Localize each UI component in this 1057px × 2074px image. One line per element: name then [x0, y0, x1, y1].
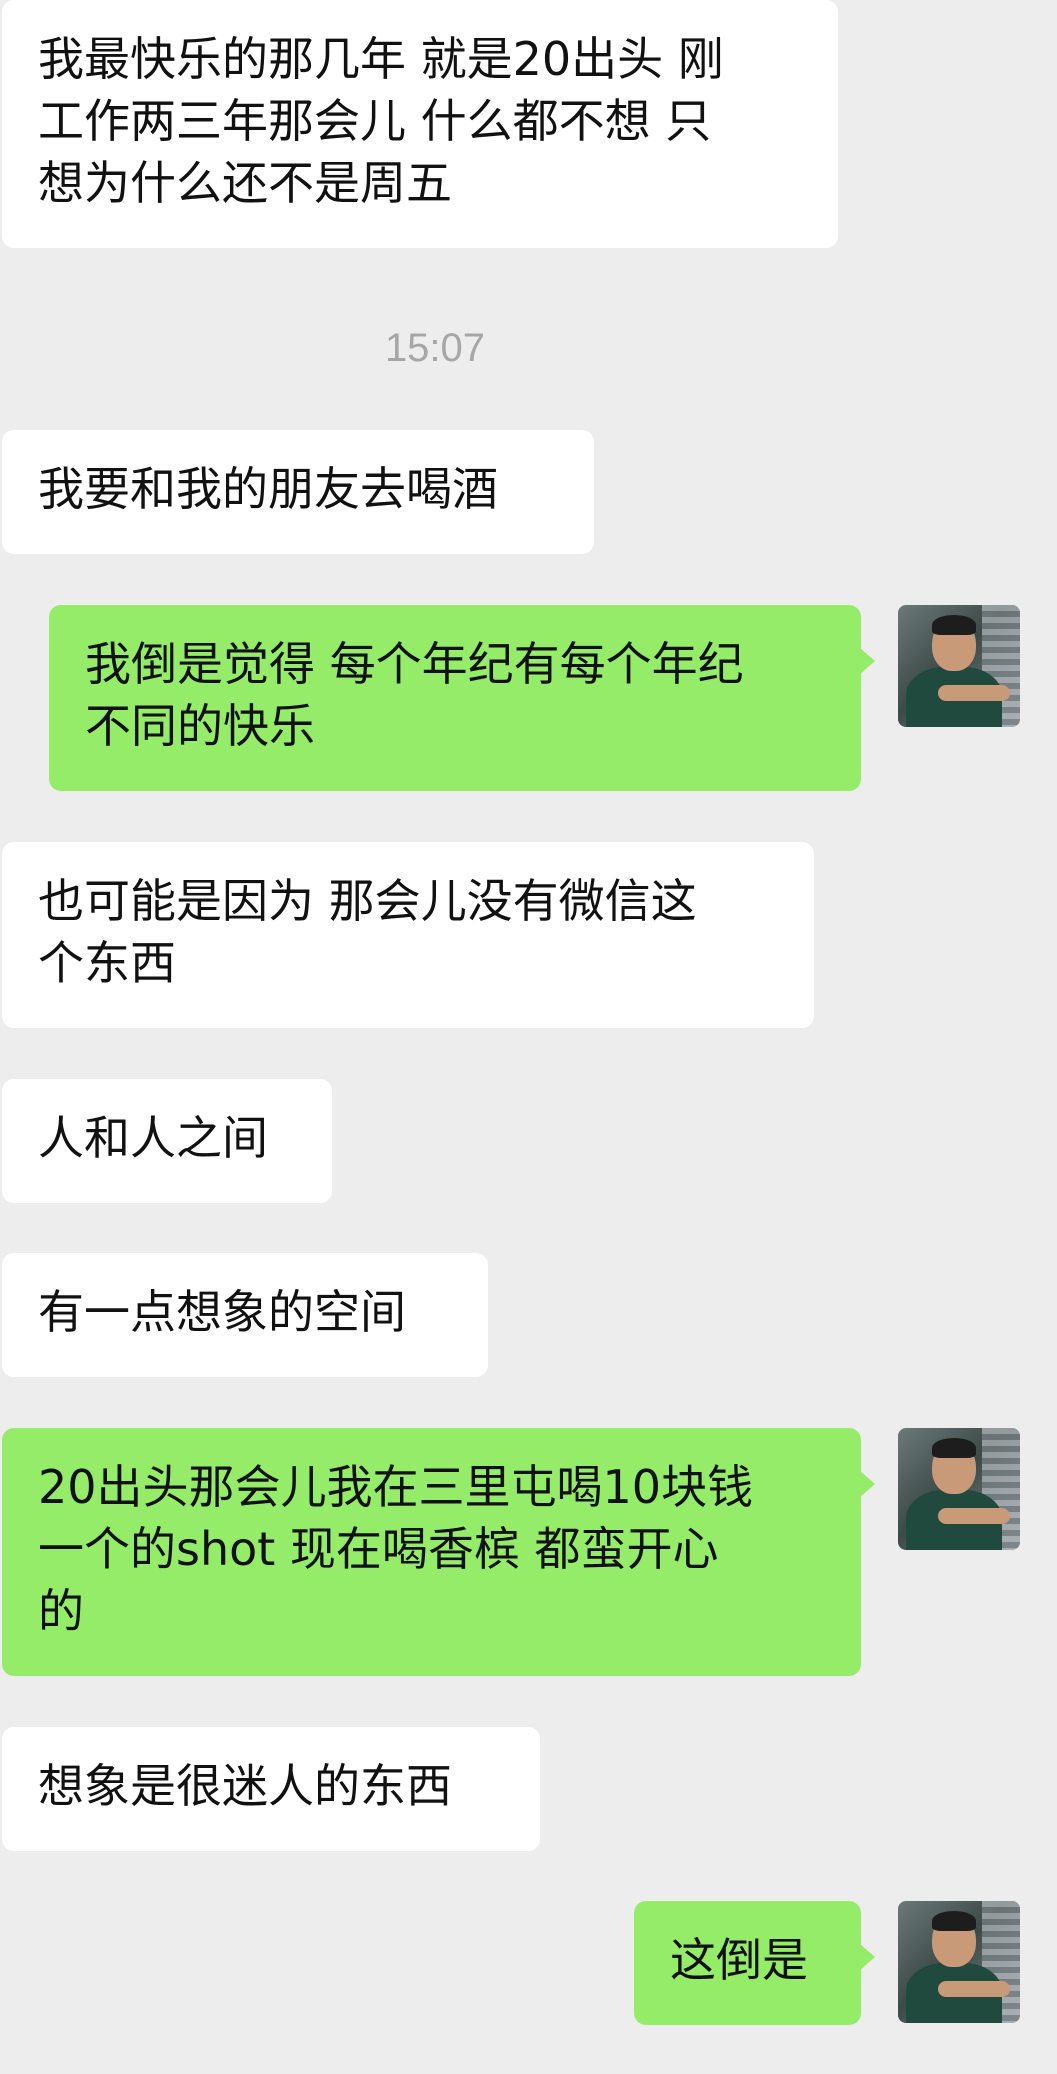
message-bubble-left[interactable]: 我最快乐的那几年 就是20出头 刚 工作两三年那会儿 什么都不想 只 想为什么还…: [2, 0, 838, 248]
message-bubble-right[interactable]: 20出头那会儿我在三里屯喝10块钱 一个的shot 现在喝香槟 都蛮开心 的: [2, 1428, 875, 1676]
message-bubble-left[interactable]: 想象是很迷人的东西: [2, 1727, 540, 1851]
chat-timestamp: 15:07: [384, 326, 486, 370]
message-bubble-left[interactable]: 我要和我的朋友去喝酒: [2, 430, 594, 554]
avatar[interactable]: [898, 605, 1020, 727]
avatar[interactable]: [898, 1901, 1020, 2023]
message-bubble-right[interactable]: 这倒是: [634, 1901, 875, 2025]
message-bubble-left[interactable]: 有一点想象的空间: [2, 1253, 488, 1377]
avatar[interactable]: [898, 1428, 1020, 1550]
message-bubble-left[interactable]: 也可能是因为 那会儿没有微信这 个东西: [2, 842, 814, 1028]
message-bubble-left[interactable]: 人和人之间: [2, 1079, 332, 1203]
message-bubble-right[interactable]: 我倒是觉得 每个年纪有每个年纪 不同的快乐: [49, 605, 875, 791]
